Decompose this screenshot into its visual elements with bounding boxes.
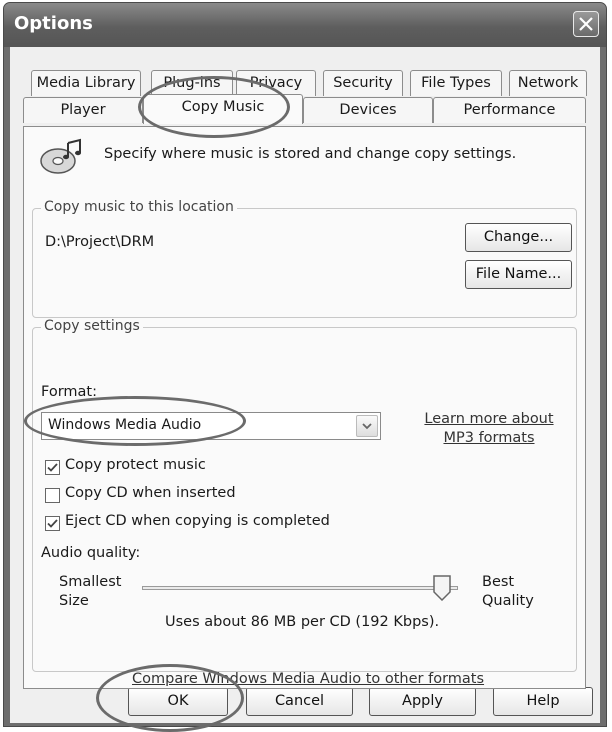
file-name-button-label: File Name...: [475, 266, 562, 282]
tab-security[interactable]: Security: [323, 70, 403, 96]
ok-button[interactable]: OK: [128, 687, 228, 716]
tab-plug-ins[interactable]: Plug-ins: [151, 70, 233, 96]
close-icon: [579, 17, 593, 31]
tab-file-types[interactable]: File Types: [410, 70, 502, 96]
tab-copy-music[interactable]: Copy Music: [143, 94, 303, 124]
compare-formats-link[interactable]: Compare Windows Media Audio to other for…: [132, 671, 484, 687]
panel-description: Specify where music is stored and change…: [104, 146, 517, 162]
audio-quality-slider-thumb[interactable]: [433, 575, 451, 601]
eject-cd-checkbox[interactable]: [45, 516, 60, 531]
change-location-button[interactable]: Change...: [465, 223, 572, 252]
tab-player[interactable]: Player: [23, 97, 143, 123]
tab-network[interactable]: Network: [509, 70, 587, 96]
location-group-label: Copy music to this location: [41, 199, 237, 215]
window-title: Options: [14, 13, 93, 34]
options-dialog: Options Media Library Plug-ins Privacy S…: [3, 2, 607, 727]
cancel-button[interactable]: Cancel: [246, 687, 353, 716]
copy-location-path: D:\Project\DRM: [45, 234, 155, 250]
checkmark-icon: [47, 519, 58, 528]
music-cd-icon: [40, 138, 81, 174]
dialog-client-area: Media Library Plug-ins Privacy Security …: [10, 47, 600, 723]
file-name-button[interactable]: File Name...: [465, 260, 572, 289]
apply-button[interactable]: Apply: [369, 687, 476, 716]
audio-quality-slider-track[interactable]: [142, 586, 458, 590]
help-button[interactable]: Help: [493, 687, 593, 716]
eject-cd-label: Eject CD when copying is completed: [65, 513, 330, 529]
title-bar[interactable]: Options: [4, 3, 606, 47]
format-dropdown-value: Windows Media Audio: [48, 417, 202, 433]
copy-music-panel: Specify where music is stored and change…: [23, 126, 586, 689]
copy-protect-checkbox[interactable]: [45, 460, 60, 475]
copy-cd-when-inserted-checkbox[interactable]: [45, 488, 60, 503]
copy-cd-when-inserted-label: Copy CD when inserted: [65, 485, 236, 501]
audio-quality-label: Audio quality:: [41, 545, 141, 561]
format-dropdown[interactable]: Windows Media Audio: [41, 412, 381, 440]
slider-max-label: Best Quality: [482, 574, 534, 609]
slider-min-label: Smallest Size: [59, 574, 122, 609]
copy-settings-label: Copy settings: [41, 318, 143, 334]
checkmark-icon: [47, 463, 58, 472]
chevron-down-icon: [362, 423, 372, 430]
format-label: Format:: [41, 384, 97, 400]
tab-privacy[interactable]: Privacy: [236, 70, 316, 96]
close-button[interactable]: [573, 11, 599, 37]
tab-media-library[interactable]: Media Library: [31, 70, 141, 96]
learn-more-mp3-link[interactable]: Learn more about MP3 formats: [419, 410, 559, 448]
usage-text: Uses about 86 MB per CD (192 Kbps).: [165, 614, 440, 630]
tab-performance[interactable]: Performance: [433, 97, 586, 123]
copy-protect-label: Copy protect music: [65, 457, 206, 473]
change-button-label: Change...: [483, 229, 554, 245]
tab-devices[interactable]: Devices: [303, 97, 433, 123]
dropdown-arrow-button[interactable]: [356, 415, 378, 437]
